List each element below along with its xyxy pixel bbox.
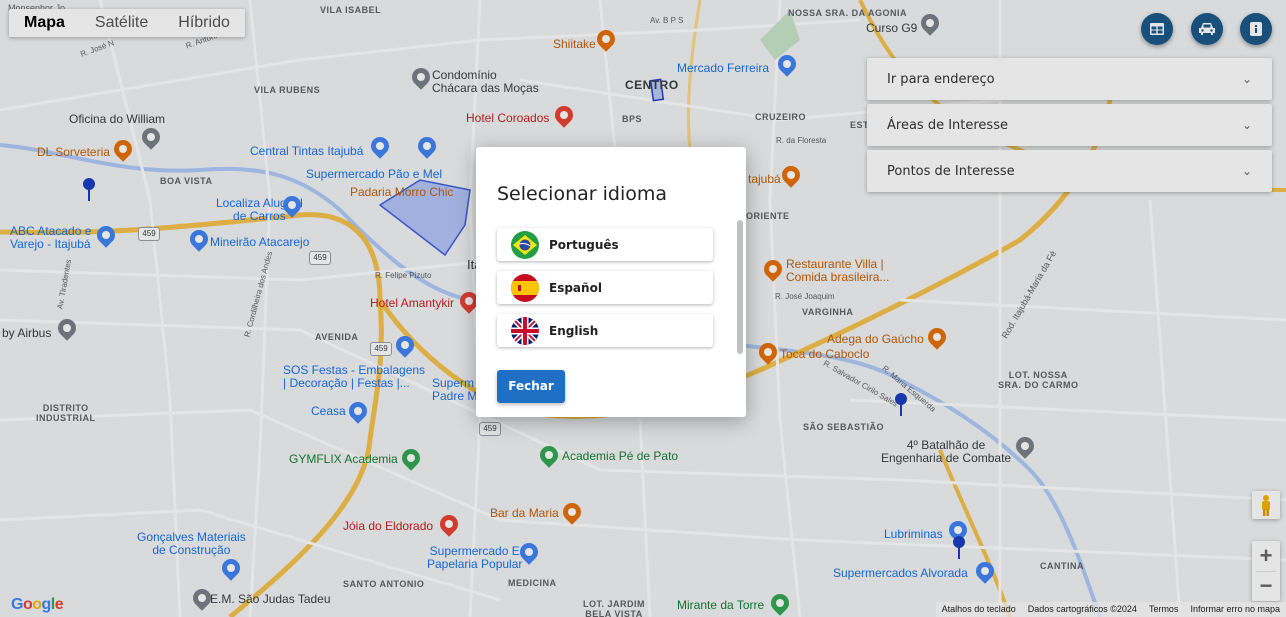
language-dialog: Selecionar idioma Português Español Engl… — [476, 147, 746, 417]
dialog-scrollbar[interactable] — [737, 220, 743, 354]
uk-flag-icon — [511, 316, 539, 345]
language-option-spanish[interactable]: Español — [497, 271, 713, 304]
language-label: Português — [549, 237, 619, 252]
close-button[interactable]: Fechar — [497, 370, 565, 403]
dialog-title: Selecionar idioma — [497, 183, 667, 205]
language-option-portuguese[interactable]: Português — [497, 228, 713, 261]
brazil-flag-icon — [511, 230, 539, 259]
language-label: English — [549, 323, 599, 338]
language-option-english[interactable]: English — [497, 314, 713, 347]
spain-flag-icon — [511, 273, 539, 302]
language-label: Español — [549, 280, 602, 295]
